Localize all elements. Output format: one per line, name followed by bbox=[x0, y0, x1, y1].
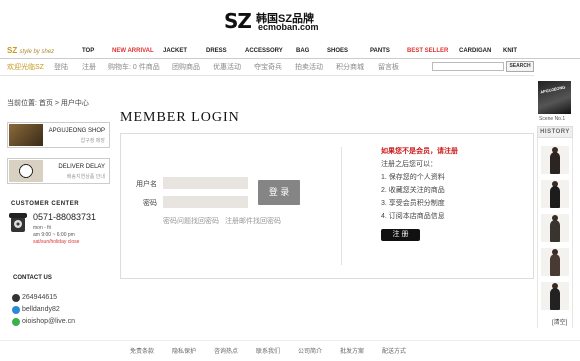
nav-item-new-arrival[interactable]: NEW ARRIVAL bbox=[112, 48, 154, 54]
nav-item-knit[interactable]: KNIT bbox=[503, 48, 517, 54]
username-label: 用户名 bbox=[136, 181, 157, 188]
register-link[interactable]: 注册 bbox=[82, 62, 96, 72]
password-question-link[interactable]: 密码问题找回密码 bbox=[163, 218, 219, 225]
footer-link[interactable]: 免责条款 bbox=[130, 346, 154, 355]
promo-subtitle: 배송지연상품 안내 bbox=[66, 174, 105, 180]
breadcrumb: 当前位置: 首页 > 用户中心 bbox=[7, 100, 89, 107]
contact-us-label: CONTACT US bbox=[13, 275, 52, 281]
msn-icon bbox=[12, 318, 20, 326]
promo-title: DELIVER DELAY bbox=[58, 164, 105, 170]
model-outfit bbox=[550, 186, 560, 208]
model-outfit bbox=[550, 254, 560, 276]
telephone-icon bbox=[9, 211, 27, 233]
panel-divider bbox=[341, 147, 342, 265]
nav-brand-name: SZ bbox=[7, 46, 18, 55]
search-button[interactable]: SEARCH bbox=[506, 61, 534, 72]
treasure-link[interactable]: 夺宝奇兵 bbox=[254, 62, 282, 72]
promo-apgujeong-shop[interactable]: APGUJEONG SHOP 압구정 매장 bbox=[7, 122, 110, 148]
history-clear-link[interactable]: [清空] bbox=[552, 317, 567, 326]
username-input[interactable] bbox=[163, 177, 248, 189]
logo-subtitle: ecmoban.com bbox=[258, 22, 319, 32]
footer-divider bbox=[0, 340, 580, 341]
nav-item-dress[interactable]: DRESS bbox=[206, 48, 227, 54]
hours-time: am 9:00 ~ 6:00 pm bbox=[33, 232, 75, 238]
footer-link[interactable]: 隐私保护 bbox=[172, 346, 196, 355]
footer-link[interactable]: 批发方案 bbox=[340, 346, 364, 355]
benefit-item: 4. 订阅本店商品信息 bbox=[381, 213, 445, 220]
points-mall-link[interactable]: 积分商城 bbox=[336, 62, 364, 72]
clock-icon bbox=[9, 160, 43, 182]
main-nav: SZ style by shez TOP NEW ARRIVAL JACKET … bbox=[0, 44, 580, 59]
site-logo[interactable]: SZ 韩国SZ品牌 ecmoban.com bbox=[224, 7, 354, 35]
auction-link[interactable]: 拍卖活动 bbox=[295, 62, 323, 72]
skype-icon bbox=[12, 306, 20, 314]
scene-label: Scene No.1 bbox=[539, 116, 566, 122]
promo-deliver-delay[interactable]: DELIVER DELAY 배송지연상품 안내 bbox=[7, 158, 110, 184]
nav-brand-tag: style by shez bbox=[19, 49, 55, 55]
password-label: 密码 bbox=[143, 200, 157, 207]
model-outfit bbox=[550, 288, 560, 310]
model-outfit bbox=[550, 220, 560, 242]
hours-closed: sat/sun/holiday close bbox=[33, 239, 80, 245]
contact-msn-text: oioishop@live.cn bbox=[22, 318, 76, 325]
nav-item-best-seller[interactable]: BEST SELLER bbox=[407, 48, 448, 54]
logo-mark: SZ bbox=[224, 9, 252, 33]
group-buy-link[interactable]: 团购商品 bbox=[172, 62, 200, 72]
customer-center-label: CUSTOMER CENTER bbox=[11, 201, 80, 207]
scene-image-text: APGUJEONG bbox=[539, 84, 566, 95]
cart-link[interactable]: 购物车: 0 件商品 bbox=[108, 62, 160, 72]
benefit-item: 3. 享受会员积分制度 bbox=[381, 200, 445, 207]
login-button[interactable]: 登 录 bbox=[258, 180, 300, 205]
nav-brand[interactable]: SZ style by shez bbox=[7, 46, 54, 55]
nav-item-pants[interactable]: PANTS bbox=[370, 48, 390, 54]
history-thumb[interactable] bbox=[541, 282, 569, 310]
contact-qq-text: 264944615 bbox=[22, 294, 58, 301]
register-prompt[interactable]: 如果您不是会员，请注册 bbox=[381, 146, 458, 156]
history-header: HISTORY bbox=[537, 126, 573, 138]
register-button[interactable]: 注 册 bbox=[381, 229, 420, 241]
page-title: MEMBER LOGIN bbox=[120, 110, 240, 125]
history-thumb[interactable] bbox=[541, 214, 569, 242]
welcome-text: 欢迎光临SZ bbox=[7, 64, 44, 71]
contact-skype-text: belldandy82 bbox=[22, 306, 60, 313]
nav-item-jacket[interactable]: JACKET bbox=[163, 48, 187, 54]
password-input[interactable] bbox=[163, 196, 248, 208]
footer-link[interactable]: 公司简介 bbox=[298, 346, 322, 355]
promo-subtitle: 압구정 매장 bbox=[80, 138, 105, 144]
promo-image bbox=[9, 124, 43, 146]
hours-days: mon - fri bbox=[33, 225, 52, 231]
footer-link[interactable]: 咨询热点 bbox=[214, 346, 238, 355]
nav-item-top[interactable]: TOP bbox=[82, 48, 94, 54]
footer-link[interactable]: 配送方式 bbox=[382, 346, 406, 355]
footer-link[interactable]: 联系我们 bbox=[256, 346, 280, 355]
nav-item-cardigan[interactable]: CARDIGAN bbox=[459, 48, 491, 54]
history-thumb[interactable] bbox=[541, 248, 569, 276]
qq-icon bbox=[12, 294, 20, 302]
email-recover-link[interactable]: 注册邮件找回密码 bbox=[225, 218, 281, 225]
subnav-divider bbox=[0, 75, 534, 76]
nav-item-bag[interactable]: BAG bbox=[296, 48, 309, 54]
nav-item-accessory[interactable]: ACCESSORY bbox=[245, 48, 283, 54]
benefit-item: 1. 保存您的个人资料 bbox=[381, 174, 445, 181]
history-thumb[interactable] bbox=[541, 146, 569, 174]
phone-number: 0571-88083731 bbox=[33, 212, 97, 222]
nav-divider bbox=[0, 58, 580, 59]
register-subtitle: 注册之后您可以： bbox=[381, 161, 437, 168]
login-link[interactable]: 登陆 bbox=[54, 62, 68, 72]
history-thumb[interactable] bbox=[541, 180, 569, 208]
benefit-item: 2. 收藏您关注的商品 bbox=[381, 187, 445, 194]
help-links: 密码问题找回密码 注册邮件找回密码 bbox=[163, 216, 285, 226]
promotions-link[interactable]: 优惠活动 bbox=[213, 62, 241, 72]
scene-image[interactable]: APGUJEONG bbox=[538, 81, 571, 114]
search-input[interactable] bbox=[432, 62, 504, 71]
message-board-link[interactable]: 留言板 bbox=[378, 62, 399, 72]
nav-item-shoes[interactable]: SHOES bbox=[327, 48, 348, 54]
model-outfit bbox=[550, 152, 560, 174]
promo-title: APGUJEONG SHOP bbox=[48, 128, 105, 134]
